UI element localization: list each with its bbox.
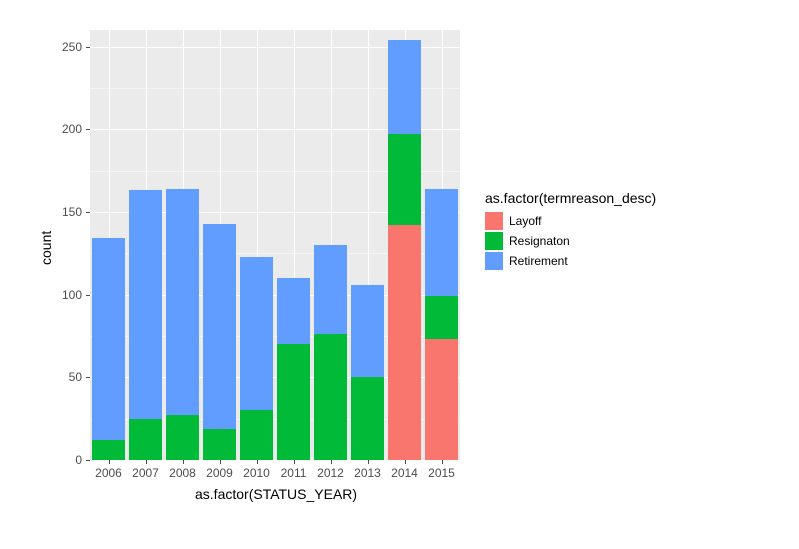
legend-title: as.factor(termreason_desc) — [485, 190, 656, 206]
x-tick-label: 2015 — [428, 466, 455, 480]
legend: as.factor(termreason_desc) Layoff Resigna… — [485, 190, 656, 272]
y-tick-mark — [86, 129, 90, 130]
x-tick-mark — [257, 460, 258, 464]
bar-segment-retire — [314, 245, 347, 334]
bar-segment-retire — [351, 285, 384, 378]
legend-item: Resignaton — [485, 232, 656, 250]
bar-segment-resign — [351, 377, 384, 460]
x-tick-label: 2010 — [243, 466, 270, 480]
bar-segment-retire — [277, 278, 310, 344]
legend-swatch — [485, 212, 503, 230]
x-tick-label: 2011 — [281, 466, 307, 480]
bar — [129, 190, 162, 460]
x-tick-mark — [405, 460, 406, 464]
bar — [92, 238, 125, 460]
x-tick-label: 2006 — [95, 466, 122, 480]
legend-label: Retirement — [509, 254, 568, 268]
bar-segment-resign — [425, 296, 458, 339]
y-tick-label: 100 — [60, 288, 82, 302]
plot-panel — [90, 30, 460, 460]
x-tick-label: 2014 — [391, 466, 418, 480]
bar-segment-retire — [129, 190, 162, 418]
bar — [425, 189, 458, 460]
x-axis-title: as.factor(STATUS_YEAR) — [195, 486, 357, 502]
x-tick-mark — [294, 460, 295, 464]
bar-segment-resign — [277, 344, 310, 460]
bar-segment-resign — [240, 410, 273, 460]
bar-segment-retire — [425, 189, 458, 297]
y-tick-label: 200 — [60, 122, 82, 136]
legend-key — [485, 252, 503, 270]
legend-key — [485, 212, 503, 230]
x-tick-mark — [109, 460, 110, 464]
y-tick-label: 250 — [60, 40, 82, 54]
y-tick-mark — [86, 460, 90, 461]
x-tick-label: 2013 — [354, 466, 381, 480]
bar-segment-layoff — [425, 339, 458, 460]
x-tick-label: 2012 — [317, 466, 344, 480]
bar-segment-retire — [203, 224, 236, 429]
legend-label: Layoff — [509, 214, 541, 228]
x-tick-mark — [368, 460, 369, 464]
bar-segment-retire — [92, 238, 125, 440]
bar-segment-retire — [388, 40, 421, 134]
bar-segment-resign — [203, 429, 236, 460]
y-tick-label: 0 — [60, 453, 82, 467]
bar — [388, 40, 421, 460]
bar-segment-resign — [314, 334, 347, 460]
x-tick-label: 2007 — [132, 466, 159, 480]
y-tick-label: 50 — [60, 370, 82, 384]
bar — [240, 257, 273, 460]
bar-segment-resign — [166, 415, 199, 460]
bar-segment-retire — [240, 257, 273, 411]
x-tick-mark — [146, 460, 147, 464]
chart-canvas: count as.factor(STATUS_YEAR) as.factor(t… — [0, 0, 799, 549]
legend-swatch — [485, 232, 503, 250]
bar-segment-resign — [92, 440, 125, 460]
bar — [166, 189, 199, 460]
legend-item: Layoff — [485, 212, 656, 230]
y-tick-mark — [86, 377, 90, 378]
bar — [314, 245, 347, 460]
bar — [203, 224, 236, 461]
legend-label: Resignaton — [509, 234, 570, 248]
bar-segment-layoff — [388, 225, 421, 460]
x-tick-mark — [183, 460, 184, 464]
bar-segment-resign — [129, 419, 162, 460]
bar — [277, 278, 310, 460]
bar-segment-resign — [388, 134, 421, 225]
legend-key — [485, 232, 503, 250]
y-tick-mark — [86, 295, 90, 296]
bar — [351, 285, 384, 460]
x-tick-mark — [331, 460, 332, 464]
bar-segment-retire — [166, 189, 199, 416]
x-tick-label: 2008 — [169, 466, 196, 480]
x-tick-mark — [220, 460, 221, 464]
y-tick-mark — [86, 47, 90, 48]
y-tick-mark — [86, 212, 90, 213]
y-axis-title: count — [38, 231, 54, 265]
x-tick-mark — [442, 460, 443, 464]
legend-swatch — [485, 252, 503, 270]
legend-item: Retirement — [485, 252, 656, 270]
x-tick-label: 2009 — [206, 466, 233, 480]
y-tick-label: 150 — [60, 205, 82, 219]
